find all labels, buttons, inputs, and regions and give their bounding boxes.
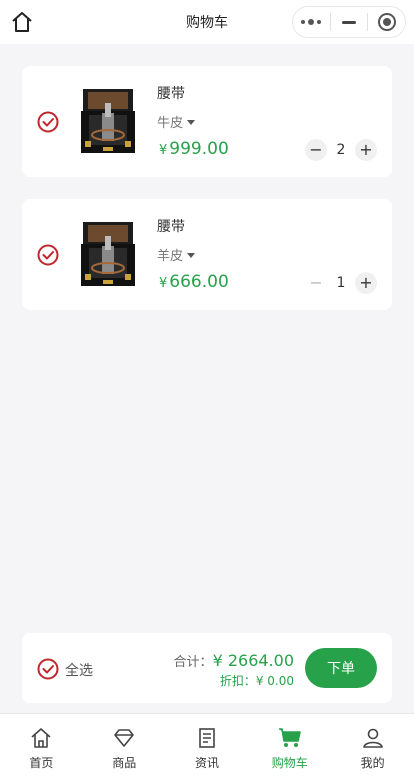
- product-name: 腰带: [157, 86, 185, 102]
- discount-line: 折扣：¥ 0.00: [174, 672, 294, 689]
- close-program-button[interactable]: [368, 7, 405, 37]
- product-name: 腰带: [157, 219, 185, 235]
- spec-selector[interactable]: 羊皮: [157, 245, 196, 264]
- currency-symbol: ¥: [159, 276, 168, 291]
- decrement-button[interactable]: −: [305, 272, 327, 294]
- more-icon: [301, 19, 322, 25]
- product-image[interactable]: [79, 216, 137, 292]
- discount-value: ¥ 0.00: [255, 674, 294, 688]
- document-icon: [199, 728, 215, 748]
- quantity-stepper: − 1 +: [305, 272, 377, 294]
- quantity-value[interactable]: 2: [327, 142, 355, 158]
- product-price: ¥999.00: [159, 139, 229, 159]
- tab-label: 资讯: [194, 756, 219, 770]
- top-navigation-bar: 购物车: [0, 0, 414, 44]
- total-label: 合计：: [173, 655, 213, 670]
- checkbox-checked-icon[interactable]: [37, 111, 59, 133]
- cart-item: 腰带 羊皮 ¥666.00 − 1 +: [22, 199, 392, 310]
- product-price: ¥666.00: [159, 272, 229, 292]
- tab-label: 首页: [29, 756, 54, 770]
- tab-home[interactable]: 首页: [0, 714, 83, 780]
- caret-down-icon: [187, 120, 196, 125]
- minimize-icon: [342, 20, 356, 24]
- tab-label: 商品: [112, 756, 137, 770]
- diamond-icon: [114, 729, 134, 747]
- increment-button[interactable]: +: [355, 272, 377, 294]
- page-title: 购物车: [186, 15, 228, 31]
- price-value: 666.00: [169, 272, 229, 292]
- target-icon: [377, 13, 396, 31]
- user-icon: [362, 728, 383, 748]
- currency-symbol: ¥: [159, 143, 168, 158]
- spec-selector[interactable]: 牛皮: [157, 112, 196, 131]
- quantity-value[interactable]: 1: [327, 275, 355, 291]
- select-all-label[interactable]: 全选: [65, 660, 93, 680]
- tab-cart[interactable]: 购物车: [248, 714, 331, 780]
- home-icon: [12, 12, 32, 32]
- more-button[interactable]: [293, 7, 330, 37]
- tab-profile[interactable]: 我的: [331, 714, 414, 780]
- cart-item: 腰带 牛皮 ¥999.00 − 2 +: [22, 66, 392, 177]
- home-icon: [31, 728, 51, 748]
- total-line: 合计：¥ 2664.00: [174, 651, 294, 670]
- spec-label: 羊皮: [157, 249, 184, 264]
- caret-down-icon: [187, 253, 196, 258]
- product-image[interactable]: [79, 83, 137, 159]
- mini-program-capsule: [292, 6, 406, 38]
- select-all-checkbox-icon[interactable]: [37, 658, 59, 680]
- tab-label: 我的: [360, 756, 385, 770]
- cart-icon: [278, 728, 301, 747]
- quantity-stepper: − 2 +: [305, 139, 377, 161]
- total-value: ¥ 2664.00: [212, 651, 294, 670]
- checkout-summary: 全选 合计：¥ 2664.00 折扣：¥ 0.00 下单: [22, 633, 392, 703]
- checkbox-checked-icon[interactable]: [37, 244, 59, 266]
- decrement-button[interactable]: −: [305, 139, 327, 161]
- tab-news[interactable]: 资讯: [166, 714, 249, 780]
- home-button[interactable]: [10, 10, 34, 34]
- discount-label: 折扣：: [219, 674, 256, 688]
- spec-label: 牛皮: [157, 116, 184, 131]
- tab-products[interactable]: 商品: [83, 714, 166, 780]
- increment-button[interactable]: +: [355, 139, 377, 161]
- tab-label: 购物车: [271, 756, 308, 770]
- price-value: 999.00: [169, 139, 229, 159]
- bottom-tab-bar: 首页 商品 资讯 购物车 我的: [0, 713, 414, 780]
- totals: 合计：¥ 2664.00 折扣：¥ 0.00: [174, 651, 294, 689]
- place-order-button[interactable]: 下单: [305, 648, 377, 688]
- minimize-button[interactable]: [331, 7, 368, 37]
